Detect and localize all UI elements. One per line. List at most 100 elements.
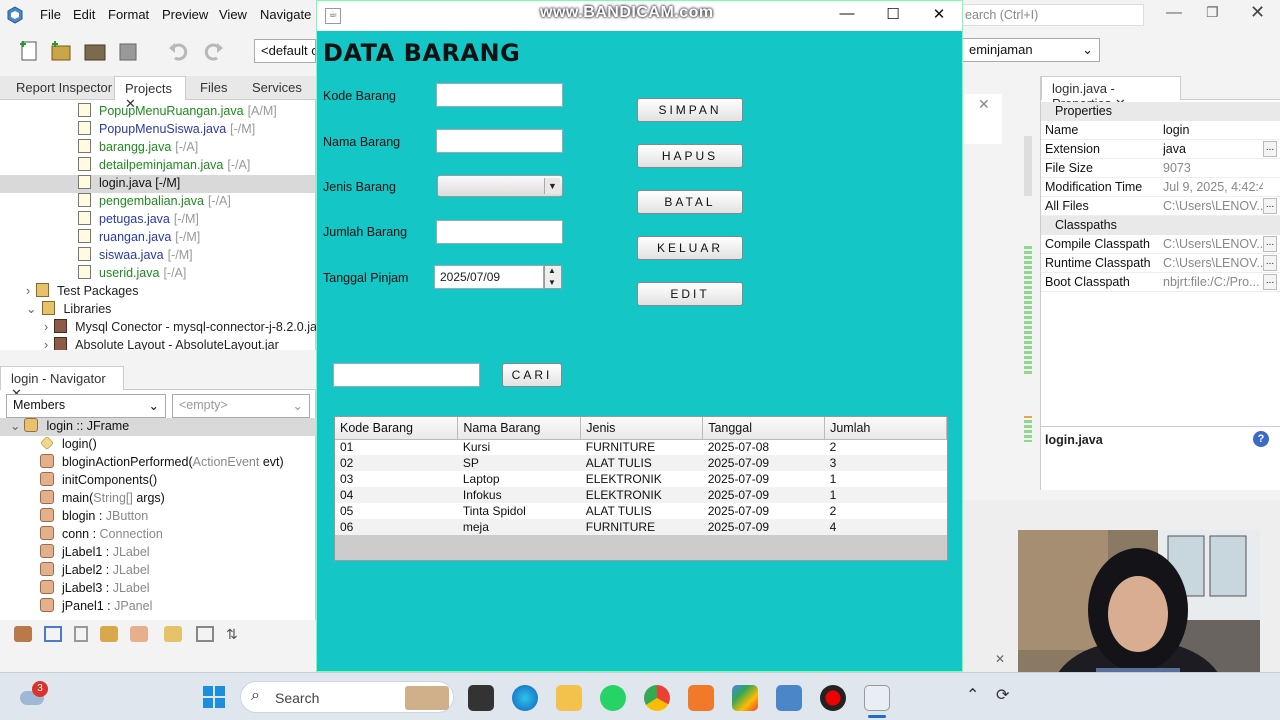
jumlah-barang-input[interactable] [436,220,563,244]
whatsapp-icon[interactable] [600,685,626,711]
ellipsis-button[interactable]: ... [1263,141,1277,157]
props-section-classpaths[interactable]: Classpaths [1041,216,1280,235]
bandicam-icon[interactable] [820,685,846,711]
navigator-member[interactable]: jLabel1 : JLabel [40,544,150,562]
navigator-member[interactable]: jPanel1 : JPanel [40,598,152,616]
close-icon[interactable]: ✕ [978,96,990,113]
tab-projects[interactable]: Projects ✕ [114,76,186,111]
date-spinner[interactable]: ▲ ▼ [544,265,562,289]
menu-navigate[interactable]: Navigate [260,7,311,22]
navigator-member[interactable]: jLabel2 : JLabel [40,562,150,580]
navigator-member[interactable]: bloginActionPerformed(ActionEvent evt) [40,454,284,472]
tree-file-item[interactable]: pengembalian.java [-/A] [0,193,315,211]
property-row[interactable]: Extension java... [1041,140,1280,159]
xampp-icon[interactable] [688,685,714,711]
component-icon[interactable] [164,626,182,642]
close-icon[interactable]: ✕ [995,652,1005,666]
layout-icon[interactable] [130,626,148,642]
close-icon[interactable]: ✕ [1250,2,1265,23]
navigator-member[interactable]: initComponents() [40,472,157,490]
cari-button[interactable]: CARI [502,363,562,387]
help-icon[interactable]: ? [1253,431,1269,447]
file-explorer-icon[interactable] [556,685,582,711]
menu-file[interactable]: File [40,7,61,22]
tree-test-packages[interactable]: › Test Packages [26,283,138,301]
tree-file-item[interactable]: siswaa.java [-/M] [0,247,315,265]
open-project-icon[interactable] [82,38,108,64]
table-row[interactable]: 01 Kursi FURNITURE 2025-07-08 2 [335,439,947,455]
new-project-icon[interactable] [48,38,74,64]
weather-widget[interactable]: 3 [18,681,48,709]
tree-lib-mysql[interactable]: › Mysql Conector - mysql-connector-j-8.2.… [44,319,316,337]
sync-icon[interactable]: ⟳ [996,685,1009,705]
tree-file-item[interactable]: ruangan.java [-/M] [0,229,315,247]
tab-services[interactable]: Services [242,76,312,100]
ellipsis-button[interactable]: ... [1263,255,1277,271]
quick-search-input[interactable]: earch (Ctrl+I) [962,4,1144,26]
column-header[interactable]: Jumlah [824,417,947,440]
menu-preview[interactable]: Preview [162,7,208,22]
minimize-icon[interactable]: — [827,5,867,27]
classpath-row[interactable]: Runtime Classpath C:\Users\LENOV...... [1041,254,1280,273]
property-row[interactable]: All Files C:\Users\LENOV...... [1041,197,1280,216]
sort-icon[interactable]: ⇅ [226,626,244,642]
table-row[interactable]: 02 SP ALAT TULIS 2025-07-09 3 [335,455,947,471]
table-row[interactable]: 06 meja FURNITURE 2025-07-09 4 [335,519,947,535]
navigator-member[interactable]: login() [40,436,97,454]
classpath-row[interactable]: Compile Classpath C:\Users\LENOV...... [1041,235,1280,254]
property-row[interactable]: File Size 9073 [1041,159,1280,178]
search-input[interactable] [333,363,480,387]
column-header[interactable]: Jenis [580,417,704,440]
menu-format[interactable]: Format [108,7,149,22]
chevron-up-icon[interactable]: ⌃ [966,685,979,705]
navigator-member[interactable]: blogin : JButton [40,508,148,526]
tree-libraries[interactable]: ⌄ Libraries [26,301,111,319]
tab-navigator[interactable]: login - Navigator ✕ [0,366,124,401]
minimize-icon[interactable]: — [1166,4,1182,22]
lock-icon[interactable] [100,626,118,642]
task-view-icon[interactable] [468,685,494,711]
ellipsis-button[interactable]: ... [1263,274,1277,290]
maximize-icon[interactable]: ☐ [873,5,913,27]
hapus-button[interactable]: HAPUS [637,144,743,168]
column-header[interactable]: Kode Barang [335,417,459,440]
property-row[interactable]: Modification Time Jul 9, 2025, 4:42:45 ..… [1041,178,1280,197]
tree-file-item[interactable]: detailpeminjaman.java [-/A] [0,157,315,175]
filter-combo[interactable]: <empty> ⌄ [172,394,310,418]
menu-view[interactable]: View [219,7,247,22]
table-row[interactable]: 04 Infokus ELEKTRONIK 2025-07-09 1 [335,487,947,503]
start-button[interactable] [202,685,226,709]
classpath-row[interactable]: Boot Classpath nbjrt:file:/C:/Pro...... [1041,273,1280,292]
redo-icon[interactable] [200,38,226,64]
tanggal-pinjam-input[interactable]: 2025/07/09 [434,265,544,289]
tree-lib-absolute[interactable]: › Absolute Layout - AbsoluteLayout.jar [44,337,316,350]
navigator-member[interactable]: main(String[] args) [40,490,165,508]
tree-file-item[interactable]: petugas.java [-/M] [0,211,315,229]
restore-icon[interactable]: ❐ [1206,4,1219,21]
edge-browser-icon[interactable] [512,685,538,711]
tree-file-item[interactable]: PopupMenuRuangan.java [A/M] [0,103,315,121]
java-app-icon[interactable] [864,685,890,711]
tree-file-item[interactable]: userid.java [-/A] [0,265,315,283]
ellipsis-button[interactable]: ... [1263,236,1277,252]
netbeans-icon[interactable] [776,685,802,711]
nama-barang-input[interactable] [436,129,563,153]
save-all-icon[interactable] [116,38,142,64]
align-icon[interactable] [196,626,214,642]
spinner-up-icon[interactable]: ▲ [548,266,556,275]
property-row[interactable]: Name login [1041,121,1280,140]
column-header[interactable]: Tanggal [702,417,826,440]
scrollbar-thumb[interactable] [1024,136,1032,196]
edit-button[interactable]: EDIT [637,282,743,306]
palette-icon[interactable] [14,626,32,642]
new-file-icon[interactable] [16,38,42,64]
column-header[interactable]: Nama Barang [457,417,582,440]
simpan-button[interactable]: SIMPAN [637,98,743,122]
members-combo[interactable]: Members ⌄ [6,394,166,418]
chrome-icon[interactable] [644,685,670,711]
taskbar-search[interactable]: ⌕ Search [240,681,454,713]
spinner-down-icon[interactable]: ▼ [548,278,556,287]
keluar-button[interactable]: KELUAR [637,236,743,260]
table-row[interactable]: 05 Tinta Spidol ALAT TULIS 2025-07-09 2 [335,503,947,519]
undo-icon[interactable] [166,38,192,64]
